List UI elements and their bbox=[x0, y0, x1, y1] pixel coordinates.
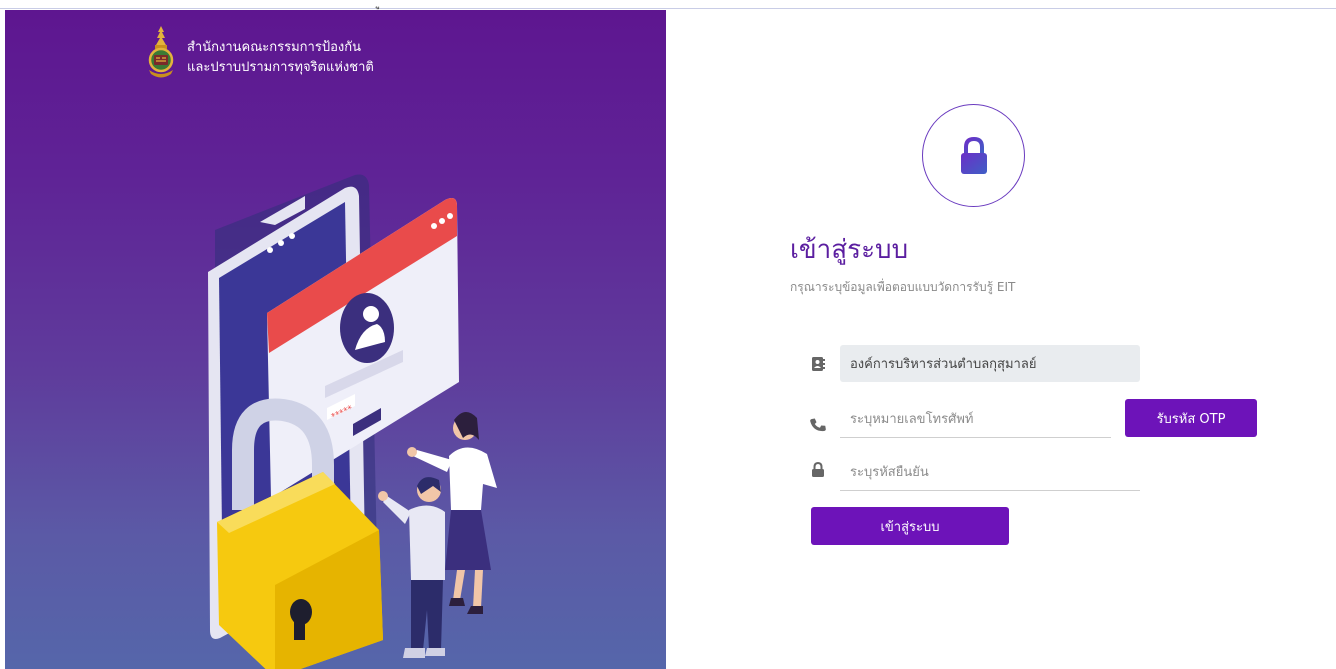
request-otp-button[interactable]: รับรหัส OTP bbox=[1125, 399, 1257, 437]
login-button[interactable]: เข้าสู่ระบบ bbox=[811, 507, 1009, 545]
top-divider bbox=[0, 8, 1336, 9]
man-figure bbox=[378, 477, 445, 658]
verification-code-input[interactable] bbox=[840, 455, 1140, 491]
lock-icon bbox=[810, 461, 826, 479]
lock-badge bbox=[922, 104, 1025, 207]
page-subtitle: กรุณาระบุข้อมูลเพื่อตอบแบบวัดการรับรู้ E… bbox=[790, 280, 1016, 294]
address-book-icon bbox=[810, 355, 826, 373]
avatar-icon bbox=[340, 293, 394, 363]
organization-value: องค์การบริหารส่วนตำบลกุสุมาลย์ bbox=[850, 357, 1037, 372]
phone-input[interactable] bbox=[840, 402, 1111, 438]
phone-icon bbox=[810, 416, 826, 434]
login-illustration: ***** bbox=[208, 174, 497, 669]
page-title: เข้าสู่ระบบ bbox=[790, 235, 909, 265]
hero-panel: สำนักงานคณะกรรมการป้องกัน และปราบปรามการ… bbox=[5, 10, 666, 669]
lock-icon bbox=[960, 136, 987, 174]
organization-field: องค์การบริหารส่วนตำบลกุสุมาลย์ bbox=[840, 345, 1140, 382]
